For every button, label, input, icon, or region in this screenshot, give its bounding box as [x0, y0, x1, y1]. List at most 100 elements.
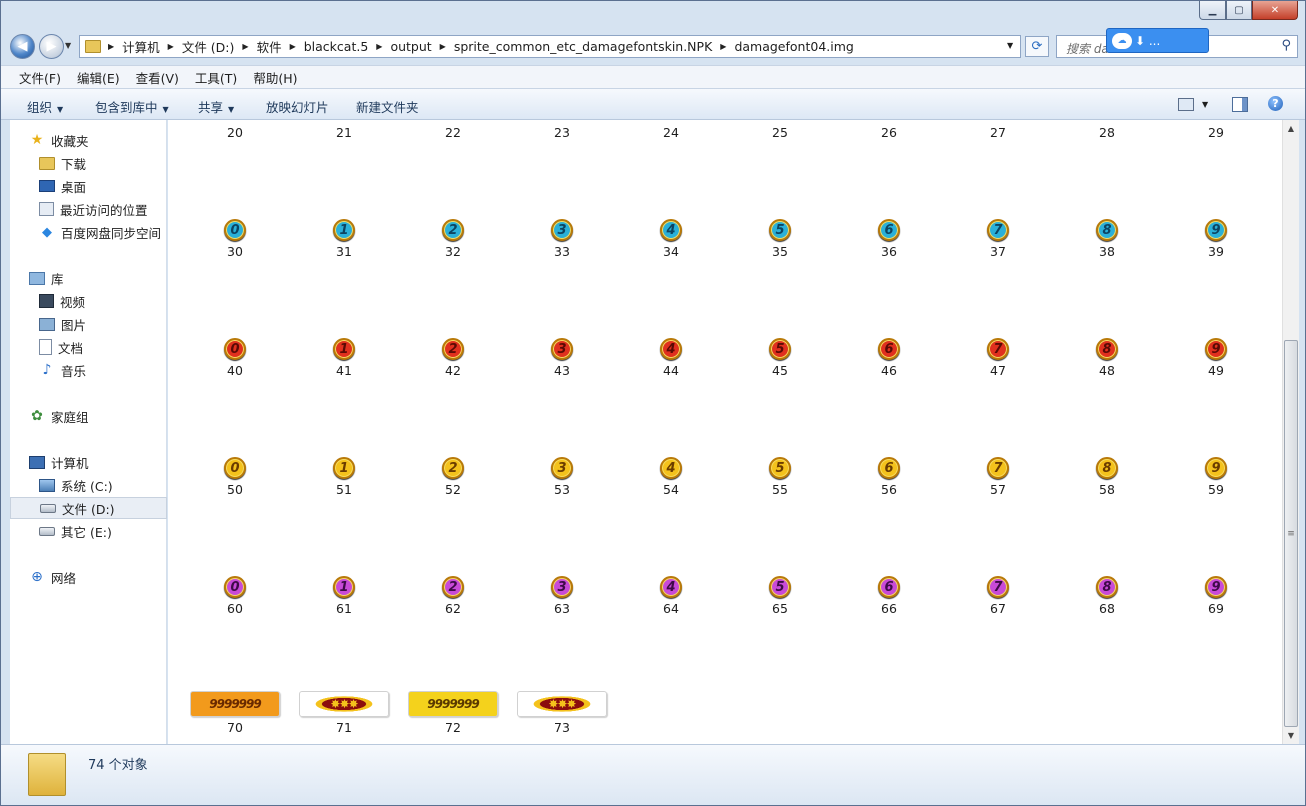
image-file-item[interactable]: 7 67	[953, 501, 1043, 621]
view-options-dropdown-icon[interactable]: ▼	[1202, 100, 1208, 109]
breadcrumb-item[interactable]: 计算机	[117, 37, 165, 56]
breadcrumb-item[interactable]: 文件 (D:)	[177, 37, 240, 56]
image-file-item[interactable]: 1 61	[299, 501, 389, 621]
sidebar-item[interactable]: 系统 (C:)	[10, 474, 167, 496]
toolbar-button[interactable]: 组织 ▼	[27, 97, 63, 116]
image-file-item[interactable]: 26	[844, 120, 934, 145]
scrollbar-thumb[interactable]: ≡	[1284, 340, 1298, 727]
image-file-item[interactable]: 21	[299, 120, 389, 145]
image-file-item[interactable]: 22	[408, 120, 498, 145]
image-file-item[interactable]: 5 45	[735, 263, 825, 383]
vertical-scrollbar[interactable]: ▲ ≡ ▼	[1282, 120, 1299, 744]
image-file-item[interactable]: 6 46	[844, 263, 934, 383]
sidebar-item[interactable]: 桌面	[10, 175, 167, 197]
menu-item[interactable]: 帮助(H)	[245, 68, 305, 87]
image-file-item[interactable]: 8 38	[1062, 144, 1152, 264]
scroll-up-icon[interactable]: ▲	[1283, 120, 1299, 137]
image-file-item[interactable]: 3 63	[517, 501, 607, 621]
image-file-item[interactable]: 9 59	[1171, 382, 1261, 502]
image-file-item[interactable]: 28	[1062, 120, 1152, 145]
image-file-item[interactable]: 7 47	[953, 263, 1043, 383]
image-file-item[interactable]: 4 34	[626, 144, 716, 264]
image-file-item[interactable]: 2 32	[408, 144, 498, 264]
breadcrumb-item[interactable]: blackcat.5	[299, 39, 374, 54]
chevron-right-icon[interactable]: ▶	[165, 42, 177, 51]
image-file-item[interactable]: 3 43	[517, 263, 607, 383]
preview-pane-icon[interactable]	[1232, 97, 1248, 112]
breadcrumb-item[interactable]: output	[385, 39, 436, 54]
image-file-item[interactable]: 2 42	[408, 263, 498, 383]
image-file-item[interactable]: 2 62	[408, 501, 498, 621]
address-bar[interactable]: ▶ 计算机 ▶ 文件 (D:) ▶ 软件 ▶ blackcat.5 ▶ output ▶ sprit…	[79, 35, 1021, 58]
change-view-icon[interactable]	[1178, 98, 1194, 111]
sidebar-item[interactable]: 下载	[10, 152, 167, 174]
image-file-item[interactable]: 1 31	[299, 144, 389, 264]
chevron-right-icon[interactable]: ▶	[717, 42, 729, 51]
toolbar-button[interactable]: 新建文件夹	[356, 97, 419, 116]
image-file-item[interactable]: 7 37	[953, 144, 1043, 264]
image-file-item[interactable]: 9 69	[1171, 501, 1261, 621]
sidebar-item[interactable]: 计算机	[10, 451, 167, 473]
image-file-item[interactable]: 0 50	[190, 382, 280, 502]
image-file-item[interactable]: 0 60	[190, 501, 280, 621]
image-file-item[interactable]: 9999999 72	[408, 620, 498, 740]
image-file-item[interactable]: 6 66	[844, 501, 934, 621]
menu-item[interactable]: 编辑(E)	[69, 68, 128, 87]
help-icon[interactable]: ?	[1268, 96, 1283, 111]
sidebar-item[interactable]: ⊕ 网络	[10, 566, 167, 588]
image-file-item[interactable]: 27	[953, 120, 1043, 145]
image-file-item[interactable]: 8 58	[1062, 382, 1152, 502]
image-file-item[interactable]: 5 65	[735, 501, 825, 621]
image-file-item[interactable]: 6 36	[844, 144, 934, 264]
menu-item[interactable]: 查看(V)	[128, 68, 187, 87]
image-file-item[interactable]: 5 55	[735, 382, 825, 502]
image-file-item[interactable]: 3 33	[517, 144, 607, 264]
maximize-button[interactable]: ▢	[1226, 1, 1252, 20]
recent-pages-dropdown-icon[interactable]: ▼	[65, 41, 71, 50]
image-file-item[interactable]: 29	[1171, 120, 1261, 145]
chevron-right-icon[interactable]: ▶	[239, 42, 251, 51]
image-file-item[interactable]: 4 64	[626, 501, 716, 621]
sidebar-item[interactable]: 库	[10, 267, 167, 289]
forward-arrow-icon[interactable]: ▶	[39, 34, 64, 59]
image-file-item[interactable]: 9 49	[1171, 263, 1261, 383]
toolbar-button[interactable]: 共享 ▼	[198, 97, 234, 116]
refresh-button[interactable]: ⟳	[1025, 36, 1049, 57]
image-file-item[interactable]: 20	[190, 120, 280, 145]
sidebar-item[interactable]: ◆ 百度网盘同步空间	[10, 221, 167, 243]
menu-item[interactable]: 工具(T)	[187, 68, 245, 87]
chevron-right-icon[interactable]: ▶	[105, 42, 117, 51]
breadcrumb-item[interactable]: 软件	[252, 37, 287, 56]
search-icon[interactable]: ⚲	[1281, 38, 1291, 53]
image-file-item[interactable]: 1 51	[299, 382, 389, 502]
image-file-item[interactable]: 0 30	[190, 144, 280, 264]
chevron-right-icon[interactable]: ▶	[437, 42, 449, 51]
image-file-item[interactable]: 3 53	[517, 382, 607, 502]
image-file-item[interactable]: 4 54	[626, 382, 716, 502]
search-input[interactable]: 搜索 da	[1066, 40, 1109, 57]
image-file-item[interactable]: 7 57	[953, 382, 1043, 502]
sidebar-item[interactable]: ★ 收藏夹	[10, 129, 167, 151]
sidebar-item[interactable]: 文件 (D:)	[10, 497, 167, 519]
close-button[interactable]: ✕	[1252, 1, 1298, 20]
image-file-item[interactable]: ✸✸✸ 71	[299, 620, 389, 740]
image-file-item[interactable]: ✸✸✸ 73	[517, 620, 607, 740]
image-file-item[interactable]: 1 41	[299, 263, 389, 383]
image-file-item[interactable]: 24	[626, 120, 716, 145]
breadcrumb-item[interactable]: damagefont04.img	[729, 39, 858, 54]
image-file-item[interactable]: 25	[735, 120, 825, 145]
image-file-item[interactable]: 8 48	[1062, 263, 1152, 383]
image-file-item[interactable]: 4 44	[626, 263, 716, 383]
breadcrumb-item[interactable]: sprite_common_etc_damagefontskin.NPK	[449, 39, 717, 54]
sidebar-item[interactable]: 文档	[10, 336, 167, 358]
image-file-item[interactable]: 8 68	[1062, 501, 1152, 621]
image-file-item[interactable]: 23	[517, 120, 607, 145]
image-file-item[interactable]: 9999999 70	[190, 620, 280, 740]
image-file-item[interactable]: 2 52	[408, 382, 498, 502]
image-file-item[interactable]: 5 35	[735, 144, 825, 264]
chevron-right-icon[interactable]: ▶	[287, 42, 299, 51]
sidebar-item[interactable]: 其它 (E:)	[10, 520, 167, 542]
toolbar-button[interactable]: 包含到库中 ▼	[95, 97, 169, 116]
address-dropdown-icon[interactable]: ▼	[1007, 41, 1013, 50]
sidebar-item[interactable]: ♪ 音乐	[10, 359, 167, 381]
